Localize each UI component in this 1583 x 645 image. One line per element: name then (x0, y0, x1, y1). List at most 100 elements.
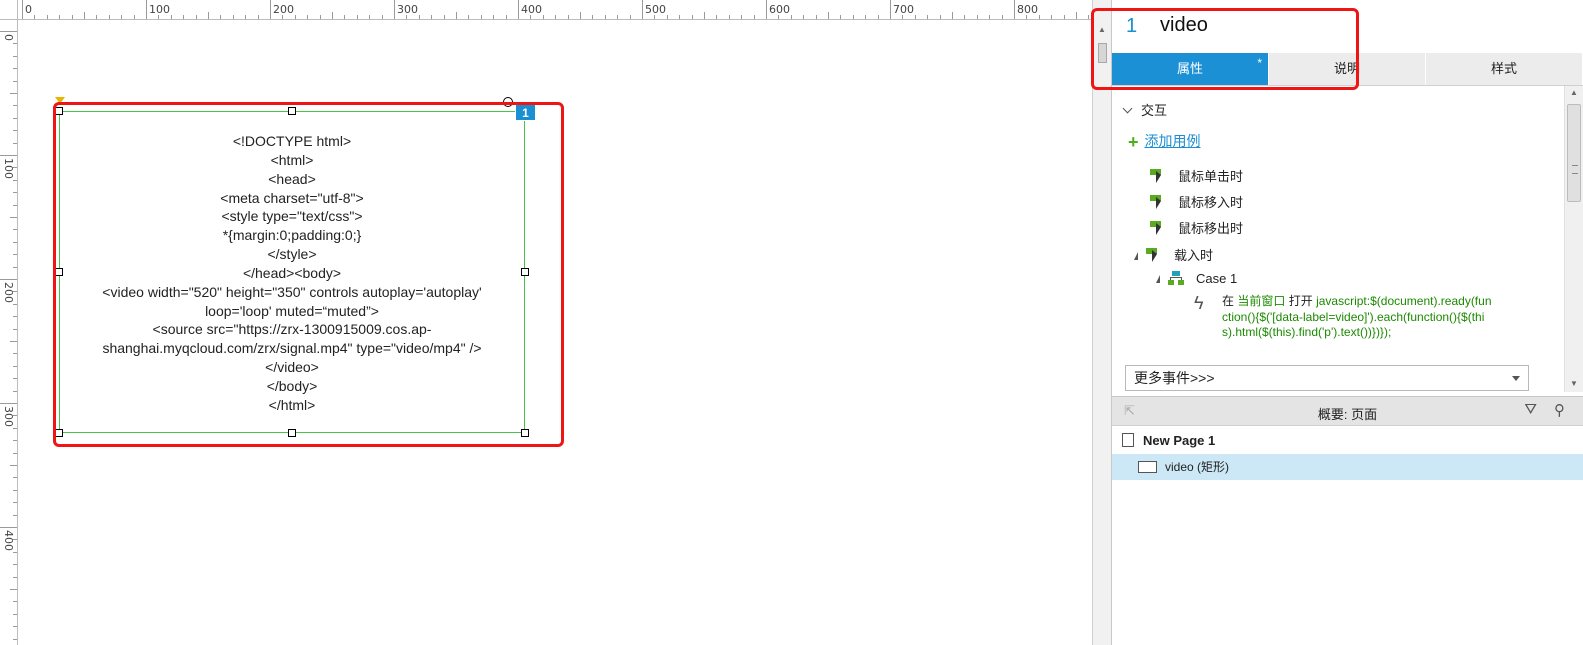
search-icon[interactable]: ⚲ (1554, 401, 1565, 419)
ruler-tick (13, 142, 17, 144)
outline-page-item[interactable]: New Page 1 (1112, 427, 1583, 454)
ruler-label: 200 (2, 282, 15, 303)
ruler-tick (914, 15, 916, 19)
event-cursor-icon (1150, 195, 1166, 209)
ruler-tick (245, 15, 247, 19)
ruler-tick (790, 15, 792, 19)
more-events-dropdown[interactable]: 更多事件>>> (1125, 365, 1529, 391)
add-case-link[interactable]: + 添加用例 (1128, 130, 1201, 152)
ruler-tick (443, 15, 445, 19)
ruler-tick (555, 15, 557, 19)
ruler-tick (0, 527, 17, 528)
case-label: Case 1 (1196, 271, 1238, 286)
scrollbar-thumb[interactable] (1567, 104, 1581, 202)
ruler-tick (10, 589, 17, 590)
ruler-label: 500 (645, 3, 666, 16)
ruler-tick (13, 43, 17, 45)
outline-widget-item[interactable]: video (矩形) (1112, 454, 1583, 480)
ruler-tick (1038, 15, 1040, 19)
ruler-tick (518, 0, 519, 19)
lightning-icon: ϟ (1194, 293, 1204, 313)
dropdown-value: 更多事件>>> (1134, 370, 1215, 386)
action-prefix: 在 (1222, 294, 1235, 308)
canvas-scrollbar[interactable]: ▲ (1092, 0, 1112, 645)
ruler-tick (0, 31, 17, 32)
ruler-tick (704, 12, 705, 19)
ruler-tick (13, 551, 17, 553)
scroll-up-arrow[interactable]: ▲ (1570, 88, 1578, 97)
ruler-tick (13, 638, 17, 640)
ruler-tick (13, 204, 17, 206)
expand-triangle-icon[interactable] (1134, 252, 1138, 260)
ruler-tick (183, 15, 185, 19)
action-verb: 打开 (1288, 294, 1313, 308)
expand-triangle-icon[interactable] (1156, 275, 1160, 283)
ruler-tick (1076, 12, 1077, 19)
ruler-label: 100 (2, 158, 15, 179)
ruler-tick (13, 564, 17, 566)
ruler-tick (270, 0, 271, 19)
ruler-tick (332, 12, 333, 19)
ruler-tick (59, 15, 61, 19)
case-item[interactable]: Case 1 (1156, 271, 1237, 286)
ruler-tick (1014, 0, 1015, 19)
ruler-tick (13, 477, 17, 479)
ruler-tick (195, 15, 197, 19)
ruler-tick (716, 15, 718, 19)
ruler-label: 700 (893, 3, 914, 16)
ruler-tick (208, 12, 209, 19)
highlight-box-widget (53, 102, 564, 447)
ruler-tick (939, 15, 941, 19)
event-mouse-leave[interactable]: 鼠标移出时 (1150, 218, 1243, 237)
ruler-tick (691, 15, 693, 19)
ruler-tick (666, 15, 668, 19)
highlight-box-header (1091, 8, 1359, 90)
ruler-tick (13, 80, 17, 82)
ruler-tick (13, 179, 17, 181)
ruler-tick (13, 192, 17, 194)
interaction-header[interactable]: 交互 (1122, 100, 1167, 119)
ruler-tick (13, 105, 17, 107)
widget-item-label: video (矩形) (1165, 460, 1230, 474)
ruler-tick (0, 155, 17, 156)
rectangle-icon (1138, 461, 1157, 473)
event-label: 载入时 (1174, 248, 1214, 263)
ruler-tick (13, 365, 17, 367)
ruler-tick (13, 489, 17, 491)
event-mouse-enter[interactable]: 鼠标移入时 (1150, 192, 1243, 211)
outline-panel: ⇱ 概要: 页面 ⛛ ⚲ New Page 1 video (矩形) (1112, 396, 1583, 645)
action-item[interactable]: ϟ 在 当前窗口 打开 javascript:$(document).ready… (1194, 294, 1494, 341)
ruler-label: 600 (769, 3, 790, 16)
ruler-tick (976, 15, 978, 19)
event-on-load[interactable]: 载入时 (1134, 245, 1213, 264)
ruler-tick (84, 12, 85, 19)
ruler-tick (989, 15, 991, 19)
filter-icon[interactable]: ⛛ (1524, 401, 1537, 418)
ruler-tick (493, 15, 495, 19)
interaction-scrollbar[interactable]: ▲ ▼ (1564, 86, 1583, 392)
ruler-tick (394, 0, 395, 19)
ruler-tick (10, 341, 17, 342)
action-text: 在 当前窗口 打开 javascript:$(document).ready(f… (1222, 294, 1494, 341)
vertical-ruler: 0 100 200 300 400 (0, 20, 18, 645)
ruler-tick (13, 316, 17, 318)
ruler-label: 0 (25, 3, 32, 16)
tab-style[interactable]: 样式 (1426, 53, 1583, 85)
ruler-tick (10, 217, 17, 218)
event-label: 鼠标单击时 (1178, 169, 1244, 184)
ruler-tick (13, 378, 17, 380)
ruler-tick (13, 241, 17, 243)
ruler-label: 0 (2, 34, 15, 41)
chevron-down-icon (1512, 376, 1520, 381)
ruler-tick (927, 15, 929, 19)
ruler-tick (10, 465, 17, 466)
design-canvas[interactable]: 0 100 200 300 400 500 600 700 800 0 100 200 300 400 … (0, 0, 1092, 645)
ruler-tick (13, 576, 17, 578)
event-click[interactable]: 鼠标单击时 (1150, 166, 1243, 185)
ruler-tick (13, 117, 17, 119)
ruler-tick (567, 15, 569, 19)
scroll-down-arrow[interactable]: ▼ (1570, 379, 1578, 388)
ruler-tick (815, 15, 817, 19)
ruler-tick (964, 15, 966, 19)
ruler-label: 400 (521, 3, 542, 16)
